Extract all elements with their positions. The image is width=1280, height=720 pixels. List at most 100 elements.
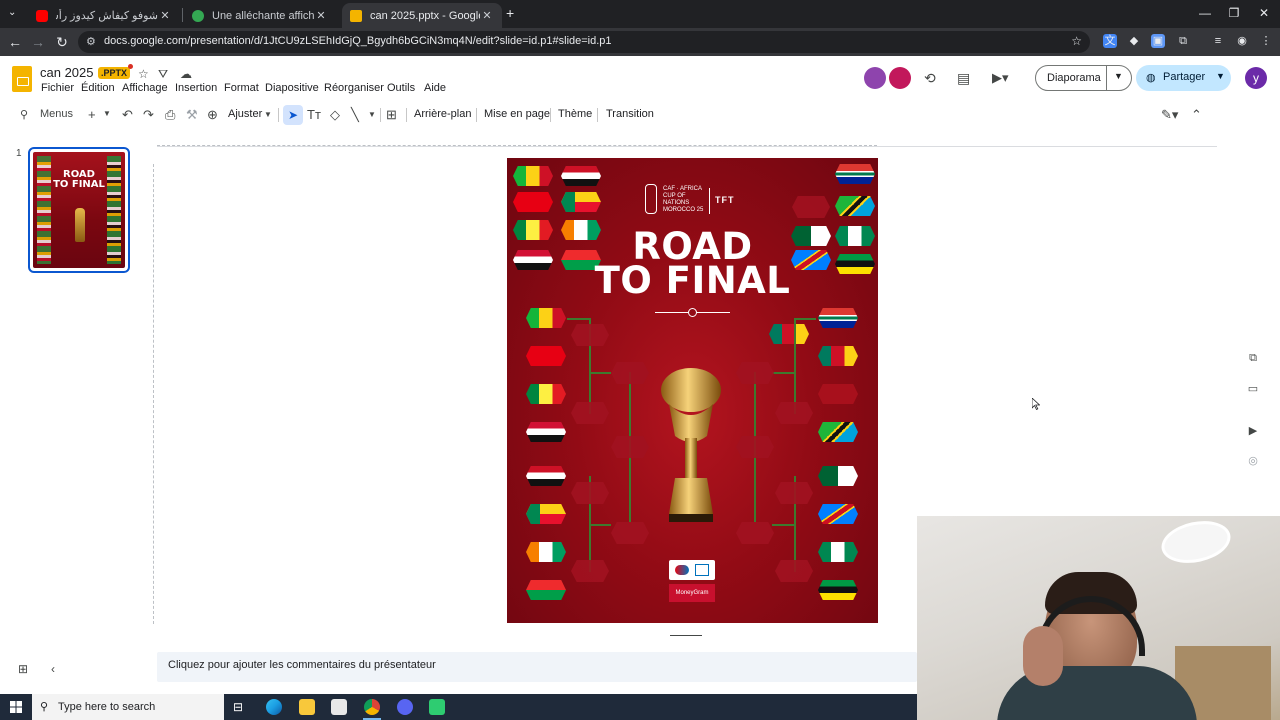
close-icon[interactable]: ✕	[480, 9, 494, 22]
gem-extension-icon[interactable]: ◆	[1127, 34, 1141, 48]
menu-reorganiser[interactable]: Réorganiser	[324, 82, 384, 94]
avatar[interactable]: y	[1245, 67, 1267, 89]
minimize-icon[interactable]: —	[1195, 6, 1215, 20]
image-shape-icon[interactable]: ◇	[330, 107, 340, 123]
chevron-down-icon[interactable]: ▼	[368, 110, 376, 119]
menu-format[interactable]: Format	[224, 82, 259, 94]
keep-notes-icon[interactable]: ⧉	[1246, 352, 1260, 366]
reload-icon[interactable]: ↻	[53, 33, 71, 51]
windows-taskbar: ⚲ Type here to search ⊟	[0, 694, 917, 720]
collapse-toolbar-icon[interactable]: ⌃	[1191, 107, 1202, 123]
folder-icon[interactable]: ▭	[1246, 382, 1260, 396]
meet-video-icon[interactable]: ▶▾	[992, 70, 1009, 86]
browser-menu-icon[interactable]: ⋮	[1259, 34, 1273, 48]
chevron-down-icon[interactable]: ▼	[103, 109, 111, 118]
collapse-filmstrip-icon[interactable]: ‹	[51, 662, 55, 676]
new-slide-icon[interactable]: +	[88, 107, 96, 122]
flag-south-africa	[835, 164, 875, 184]
redo-icon[interactable]: ↷	[143, 107, 154, 123]
cloud-saved-icon[interactable]: ☁	[180, 67, 192, 81]
tab-article[interactable]: Une alléchante affiche des huiti ✕	[184, 3, 336, 28]
theme-button[interactable]: Thème	[558, 108, 592, 120]
windows-start-icon[interactable]	[10, 701, 22, 713]
toolbar-divider	[278, 108, 279, 122]
zoom-icon[interactable]: ⊕	[207, 107, 218, 123]
flag-cameroon-qf	[769, 324, 809, 344]
flag-senegal-r16	[526, 384, 566, 404]
slide-canvas[interactable]: CAF · AFRICA CUP OF NATIONS MOROCCO 25 T…	[507, 158, 878, 623]
select-tool-icon[interactable]: ➤	[283, 105, 303, 125]
menu-insertion[interactable]: Insertion	[175, 82, 217, 94]
discord-icon[interactable]	[397, 699, 413, 715]
speaker-notes[interactable]: Cliquez pour ajouter les commentaires du…	[157, 652, 917, 682]
editing-mode-icon[interactable]: ✎▾	[1161, 107, 1178, 123]
background-button[interactable]: Arrière-plan	[414, 108, 471, 120]
chevron-down-icon[interactable]: ▼	[1114, 71, 1123, 81]
record-icon[interactable]: ◎	[1246, 454, 1260, 468]
photo-extension-icon[interactable]: ▣	[1151, 34, 1165, 48]
taskbar-search[interactable]: ⚲ Type here to search	[32, 694, 224, 720]
profile-icon[interactable]: ◉	[1235, 34, 1249, 48]
close-icon[interactable]: ✕	[158, 9, 172, 22]
line-tool-icon[interactable]: ╲	[351, 107, 359, 123]
transition-button[interactable]: Transition	[606, 108, 654, 120]
translate-extension-icon[interactable]: 文	[1103, 34, 1117, 48]
tab-google-slides[interactable]: can 2025.pptx - Google Slides ✕	[342, 3, 502, 28]
slide-thumbnail[interactable]: ROAD TO FINAL	[28, 147, 130, 273]
move-to-drive-icon[interactable]: ⛛	[158, 67, 168, 82]
site-info-icon[interactable]: ⚙	[86, 35, 96, 48]
menu-outils[interactable]: Outils	[387, 82, 415, 94]
menu-aide[interactable]: Aide	[424, 82, 446, 94]
extensions-puzzle-icon[interactable]: ⧉	[1176, 34, 1190, 48]
assistant-ai-icon[interactable]	[889, 67, 911, 89]
edge-icon[interactable]	[266, 699, 282, 715]
store-icon[interactable]	[331, 699, 347, 715]
slides-logo-icon[interactable]	[12, 66, 32, 92]
taskbar-search-placeholder: Type here to search	[58, 701, 156, 713]
task-view-icon[interactable]: ⊟	[233, 700, 243, 714]
gemini-ai-icon[interactable]	[864, 67, 886, 89]
empty-slot	[571, 482, 609, 504]
paint-format-icon[interactable]: ⚒	[186, 107, 198, 123]
layout-button[interactable]: Mise en page	[484, 108, 550, 120]
menu-edition[interactable]: Édition	[81, 82, 115, 94]
bookmark-star-icon[interactable]: ☆	[1071, 34, 1082, 48]
star-icon[interactable]: ☆	[138, 67, 149, 81]
menu-diapositive[interactable]: Diapositive	[265, 82, 319, 94]
back-icon[interactable]: ←	[6, 33, 24, 51]
comments-icon[interactable]: ▤	[957, 70, 970, 87]
share-button[interactable]: ◍ Partager ▼	[1136, 65, 1231, 91]
new-tab-button[interactable]: +	[506, 5, 514, 21]
text-box-icon[interactable]: Tт	[307, 107, 321, 122]
slideshow-button[interactable]: Diaporama ▼	[1035, 65, 1132, 91]
menu-fichier[interactable]: Fichier	[41, 82, 74, 94]
notes-resize-handle[interactable]	[670, 635, 702, 636]
forward-icon[interactable]: →	[29, 33, 47, 51]
grid-view-icon[interactable]: ⊞	[18, 662, 28, 676]
menu-affichage[interactable]: Affichage	[122, 82, 168, 94]
zoom-select[interactable]: Ajuster	[228, 108, 262, 120]
search-icon: ⚲	[40, 701, 49, 713]
url-text[interactable]: docs.google.com/presentation/d/1JtCU9zLS…	[104, 35, 612, 47]
insert-comment-icon[interactable]: ⊞	[386, 107, 397, 123]
print-icon[interactable]: ⎙	[165, 107, 175, 123]
app-icon[interactable]	[429, 699, 445, 715]
reading-list-icon[interactable]: ≡	[1211, 34, 1225, 48]
document-title[interactable]: can 2025	[40, 65, 94, 80]
omnibox[interactable]: ⚙ docs.google.com/presentation/d/1JtCU9z…	[78, 31, 1090, 53]
search-menus-input[interactable]: ⚲ Menus	[20, 106, 78, 124]
undo-icon[interactable]: ↶	[122, 107, 133, 123]
empty-slot	[571, 324, 609, 346]
slides-panel-icon[interactable]: ▶	[1246, 424, 1260, 438]
restore-icon[interactable]: ❐	[1224, 6, 1244, 20]
close-window-icon[interactable]: ✕	[1254, 6, 1274, 20]
file-explorer-icon[interactable]	[299, 699, 315, 715]
chrome-icon[interactable]	[364, 699, 380, 715]
tab-search-icon[interactable]: ⌄	[8, 7, 16, 18]
logo-mark	[695, 564, 709, 576]
chevron-down-icon[interactable]: ▼	[1216, 71, 1225, 81]
tab-youtube[interactable]: شوفو كيفاش كيدوز رأس السنة في... ✕	[28, 3, 180, 28]
chevron-down-icon[interactable]: ▼	[264, 110, 272, 119]
close-icon[interactable]: ✕	[314, 9, 328, 22]
version-history-icon[interactable]: ⟲	[924, 70, 936, 87]
